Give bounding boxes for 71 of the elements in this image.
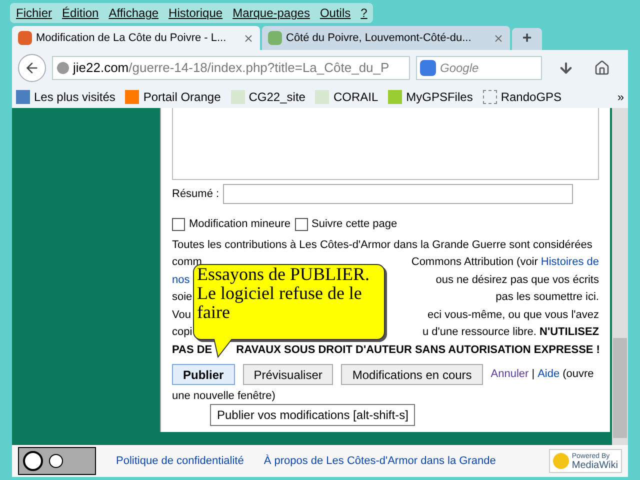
notice-text: u d'une ressource libre. N'UTILISEZ xyxy=(422,325,599,340)
globe-icon xyxy=(57,62,69,74)
new-tab-button[interactable]: + xyxy=(512,28,542,50)
bookmark-item[interactable]: CG22_site xyxy=(230,88,306,106)
license-badge[interactable] xyxy=(18,447,96,475)
footer-link[interactable]: À propos de Les Côtes-d'Armor dans la Grande xyxy=(264,452,496,470)
browser-tab[interactable]: Côté du Poivre, Louvemont-Côté-du... xyxy=(262,26,510,50)
url-path: /guerre-14-18/index.php?title=La_Côte_du_P xyxy=(128,59,390,78)
close-icon[interactable] xyxy=(493,32,504,44)
menu-item[interactable]: Outils xyxy=(320,4,351,22)
cancel-link[interactable]: Annuler xyxy=(490,366,529,383)
checkbox-label: Modification mineure xyxy=(189,216,290,232)
summary-label: Résumé : xyxy=(172,186,220,202)
notice-text: Vou xyxy=(172,308,191,322)
notice-text: copi xyxy=(172,325,192,340)
bookmark-icon xyxy=(388,90,402,104)
bookmark-icon xyxy=(125,90,140,104)
bookmark-item[interactable]: Portail Orange xyxy=(125,88,221,106)
menu-item[interactable]: ? xyxy=(360,4,368,22)
url-domain: jie22.com xyxy=(73,59,129,78)
bookmark-item[interactable]: Les plus visités xyxy=(16,88,116,106)
notice-text: soie xyxy=(172,290,192,305)
menu-item[interactable]: Fichier xyxy=(16,4,52,22)
bookmark-icon xyxy=(230,90,245,104)
browser-tab[interactable]: Modification de La Côte du Poivre - L... xyxy=(12,26,260,50)
tab-title: Côté du Poivre, Louvemont-Côté-du... xyxy=(286,30,472,46)
notice-text: Toutes les contributions à Les Côtes-d'Armor dans la Grande Guerre sont considérées xyxy=(172,238,592,252)
google-icon xyxy=(420,60,436,76)
checkbox-label: Suivre cette page xyxy=(312,216,398,232)
tooltip: Publier vos modifications [alt-shift-s] xyxy=(210,404,416,426)
menu-item[interactable]: Affichage xyxy=(108,4,159,22)
bookmark-icon xyxy=(16,90,30,104)
notice-text: Commons Attribution (voir xyxy=(411,255,538,270)
notice-text: eci vous-même, ou que vous l'avez xyxy=(428,308,599,322)
notice-text: ous ne désirez pas que vos écrits xyxy=(436,272,599,288)
search-input[interactable]: Google xyxy=(440,59,530,77)
bookmark-item[interactable]: CORAIL xyxy=(315,88,378,106)
form-button[interactable]: Prévisualiser xyxy=(242,364,334,385)
search-field[interactable]: Google xyxy=(416,56,542,80)
menu-item[interactable]: Historique xyxy=(168,4,223,22)
notice-link[interactable]: nos xyxy=(172,272,190,288)
help-note: (ouvre xyxy=(562,367,594,382)
form-button[interactable]: Publier xyxy=(172,364,235,385)
summary-field[interactable] xyxy=(223,184,574,204)
menu-item[interactable]: Marque-pages xyxy=(232,4,310,22)
separator: | xyxy=(532,367,535,382)
notice-link[interactable]: Histoires de xyxy=(540,254,599,270)
notice-text: pas les soumettre ici. xyxy=(496,290,599,305)
checkbox[interactable] xyxy=(294,218,308,230)
checkbox[interactable] xyxy=(172,218,185,230)
close-icon[interactable] xyxy=(243,32,254,44)
powered-text: MediaWiki xyxy=(572,461,618,470)
more-bookmarks[interactable]: » xyxy=(617,88,624,106)
tab-title: Modification de La Côte du Poivre - L... xyxy=(36,30,228,46)
bookmark-item[interactable]: MyGPSFiles xyxy=(388,88,473,106)
notice-text: PAS DE xyxy=(172,342,212,358)
help-note: une nouvelle fenêtre) xyxy=(172,388,276,402)
bookmark-icon xyxy=(315,90,330,104)
download-icon[interactable] xyxy=(558,60,574,76)
bookmark-icon xyxy=(482,90,497,104)
notice-text: RAVAUX SOUS DROIT D'AUTEUR SANS AUTORISATION EXPRESSE ! xyxy=(236,342,600,358)
address-field[interactable]: jie22.com/guerre-14-18/index.php?title=La_Côte_du_P xyxy=(52,56,410,80)
menu-item[interactable]: Édition xyxy=(62,4,99,22)
scrollbar-thumb[interactable] xyxy=(613,338,627,438)
home-icon[interactable] xyxy=(594,60,610,76)
form-button[interactable]: Modifications en cours xyxy=(341,364,483,385)
back-button[interactable] xyxy=(18,54,46,82)
help-link[interactable]: Aide xyxy=(538,366,560,383)
bookmark-item[interactable]: RandoGPS xyxy=(482,88,562,106)
callout-tail xyxy=(214,339,234,359)
footer-link[interactable]: Politique de confidentialité xyxy=(116,452,244,470)
